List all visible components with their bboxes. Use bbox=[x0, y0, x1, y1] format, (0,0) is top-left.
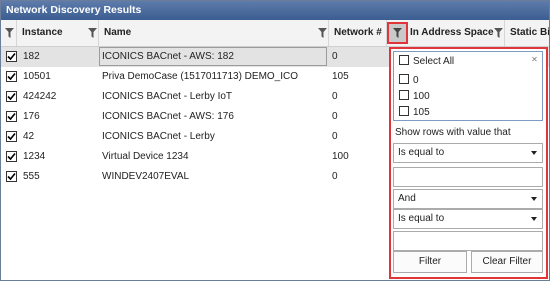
cell-instance: 555 bbox=[23, 171, 40, 182]
filter-value-checkbox[interactable] bbox=[399, 106, 409, 116]
operator1-value: Is equal to bbox=[398, 147, 445, 158]
select-all-option[interactable]: Select All bbox=[399, 55, 454, 69]
clear-filter-button[interactable]: Clear Filter bbox=[471, 251, 543, 273]
row-checkbox[interactable] bbox=[6, 151, 17, 162]
row-checkbox[interactable] bbox=[6, 111, 17, 122]
header-instance[interactable]: Instance bbox=[17, 20, 99, 46]
grid-header: Instance Name Network # In Address Space… bbox=[1, 20, 549, 47]
cell-instance: 1234 bbox=[23, 151, 46, 162]
select-all-checkbox[interactable] bbox=[399, 55, 409, 65]
filter-value-label: 0 bbox=[413, 75, 419, 86]
row-checkbox[interactable] bbox=[6, 131, 17, 142]
cell-name: WINDEV2407EVAL bbox=[102, 171, 190, 182]
checkmark-icon bbox=[7, 52, 16, 61]
dropdown-arrow-icon bbox=[531, 151, 537, 155]
cell-network: 0 bbox=[332, 91, 338, 102]
cell-name: Virtual Device 1234 bbox=[102, 151, 189, 162]
header-in-address-space[interactable]: In Address Space bbox=[408, 20, 505, 46]
window-title: Network Discovery Results bbox=[1, 1, 549, 20]
header-name-label: Name bbox=[104, 27, 132, 38]
filter-value-option[interactable]: 100 bbox=[399, 90, 430, 104]
network-discovery-window: Network Discovery Results Instance Name … bbox=[0, 0, 550, 281]
checkmark-icon bbox=[7, 152, 16, 161]
cell-instance: 182 bbox=[23, 51, 40, 62]
header-name[interactable]: Name bbox=[99, 20, 329, 46]
filter-value-list: Select All ✕ 0 100 105 bbox=[393, 51, 543, 121]
funnel-icon[interactable] bbox=[494, 28, 503, 38]
cell-network: 105 bbox=[332, 71, 349, 82]
checkmark-icon bbox=[7, 92, 16, 101]
row-checkbox[interactable] bbox=[6, 91, 17, 102]
row-checkbox[interactable] bbox=[6, 71, 17, 82]
cell-instance: 10501 bbox=[23, 71, 51, 82]
cell-name: Priva DemoCase (1517011713) DEMO_ICO bbox=[102, 71, 299, 82]
filter-value-label: 105 bbox=[413, 107, 430, 118]
filter-button[interactable]: Filter bbox=[393, 251, 467, 273]
funnel-icon[interactable] bbox=[5, 28, 14, 38]
value1-input[interactable] bbox=[393, 167, 543, 187]
filter-value-option[interactable]: 0 bbox=[399, 74, 419, 88]
funnel-icon[interactable] bbox=[88, 28, 97, 38]
funnel-icon[interactable] bbox=[318, 28, 327, 38]
header-select-column bbox=[1, 20, 17, 46]
header-static-binding[interactable]: Static Bin bbox=[505, 20, 549, 46]
filter-value-checkbox[interactable] bbox=[399, 74, 409, 84]
funnel-icon bbox=[393, 28, 402, 38]
header-in-address-space-label: In Address Space bbox=[410, 27, 494, 38]
logic-value: And bbox=[398, 193, 416, 204]
operator2-value: Is equal to bbox=[398, 213, 445, 224]
checkmark-icon bbox=[7, 72, 16, 81]
dropdown-arrow-icon bbox=[531, 217, 537, 221]
cell-network: 0 bbox=[332, 131, 338, 142]
filter-value-label: 100 bbox=[413, 91, 430, 102]
value2-input[interactable] bbox=[393, 231, 543, 251]
operator1-dropdown[interactable]: Is equal to bbox=[393, 143, 543, 163]
cell-name: ICONICS BACnet - Lerby bbox=[102, 131, 215, 142]
dropdown-arrow-icon bbox=[531, 197, 537, 201]
cell-name: ICONICS BACnet - AWS: 176 bbox=[102, 111, 234, 122]
logic-dropdown[interactable]: And bbox=[393, 189, 543, 209]
cell-network: 100 bbox=[332, 151, 349, 162]
checkmark-icon bbox=[7, 112, 16, 121]
header-instance-label: Instance bbox=[22, 27, 63, 38]
cell-name: ICONICS BACnet - Lerby IoT bbox=[102, 91, 233, 102]
row-checkbox[interactable] bbox=[6, 171, 17, 182]
cell-name: ICONICS BACnet - AWS: 182 bbox=[102, 51, 234, 62]
cell-instance: 176 bbox=[23, 111, 40, 122]
cell-network: 0 bbox=[332, 111, 338, 122]
filter-value-option[interactable]: 105 bbox=[399, 106, 430, 120]
operator2-dropdown[interactable]: Is equal to bbox=[393, 209, 543, 229]
filter-popup: Select All ✕ 0 100 105 Show rows with va… bbox=[393, 51, 543, 275]
select-all-label: Select All bbox=[413, 56, 455, 67]
network-filter-button[interactable] bbox=[387, 22, 408, 44]
close-icon[interactable]: ✕ bbox=[530, 55, 539, 64]
row-checkbox[interactable] bbox=[6, 51, 17, 62]
cell-network: 0 bbox=[332, 171, 338, 182]
header-network[interactable]: Network # bbox=[329, 20, 387, 46]
cell-instance: 42 bbox=[23, 131, 35, 142]
cell-network: 0 bbox=[332, 51, 338, 62]
filter-value-checkbox[interactable] bbox=[399, 90, 409, 100]
checkmark-icon bbox=[7, 132, 16, 141]
cell-instance: 424242 bbox=[23, 91, 57, 102]
show-rows-label: Show rows with value that bbox=[395, 127, 511, 138]
checkmark-icon bbox=[7, 172, 16, 181]
header-static-binding-label: Static Bin bbox=[510, 27, 550, 38]
header-network-label: Network # bbox=[334, 27, 382, 38]
